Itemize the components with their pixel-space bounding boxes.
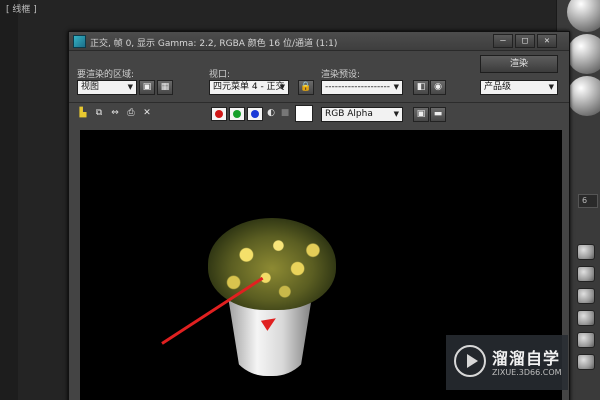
close-button[interactable]: ✕	[537, 34, 557, 48]
lock-icon[interactable]: 🔒	[298, 80, 314, 95]
watermark-title: 溜溜自学	[492, 349, 561, 368]
clone-icon[interactable]: ⇔	[109, 107, 121, 119]
red-channel-toggle[interactable]	[211, 107, 227, 121]
material-sphere-3[interactable]	[567, 76, 600, 116]
green-channel-icon	[233, 110, 241, 118]
environment-icon[interactable]: ◉	[430, 80, 446, 95]
viewport-dropdown[interactable]: 四元菜单 4 - 正交 ▼	[209, 80, 289, 95]
app-icon	[73, 35, 86, 48]
render-button[interactable]: 渲染	[480, 55, 558, 73]
minimize-button[interactable]: —	[493, 34, 513, 48]
area-dropdown-value: 视图	[81, 82, 100, 92]
clear-icon[interactable]: ✕	[141, 107, 153, 119]
material-button-4[interactable]	[577, 310, 595, 326]
material-button-3[interactable]	[577, 288, 595, 304]
material-button-2[interactable]	[577, 266, 595, 282]
edit-region-icon[interactable]: ▣	[139, 80, 155, 95]
watermark-subtitle: ZIXUE.3D66.COM	[492, 368, 562, 377]
area-dropdown[interactable]: 视图 ▼	[77, 80, 137, 95]
preset-label: 渲染预设:	[321, 70, 361, 80]
area-label: 要渲染的区域:	[77, 70, 135, 80]
preset-dropdown[interactable]: -------------------- ▼	[321, 80, 403, 95]
red-channel-icon	[215, 110, 223, 118]
window-title: 正交, 帧 0, 显示 Gamma: 2.2, RGBA 颜色 16 位/通道 …	[90, 39, 338, 49]
maximize-button[interactable]: □	[515, 34, 535, 48]
chevron-down-icon: ▼	[127, 83, 133, 91]
viewport-select-label: 视口:	[209, 70, 231, 80]
play-logo-icon	[454, 345, 486, 377]
chevron-down-icon: ▼	[393, 83, 399, 91]
material-button-6[interactable]	[577, 354, 595, 370]
toolbar-separator	[69, 102, 569, 103]
channel-dropdown-value: RGB Alpha	[325, 109, 373, 119]
frame-buffer-icon[interactable]: ▬	[430, 107, 446, 122]
material-button-1[interactable]	[577, 244, 595, 260]
watermark: 溜溜自学 ZIXUE.3D66.COM	[446, 335, 568, 390]
save-icon[interactable]: ▙	[77, 107, 89, 119]
render-setup-icon[interactable]: ◧	[413, 80, 429, 95]
copy-icon[interactable]: ⧉	[93, 107, 105, 119]
auto-region-icon[interactable]: ▦	[157, 80, 173, 95]
display-icon[interactable]: ▣	[413, 107, 429, 122]
viewport-label[interactable]: [ 线框 ]	[6, 2, 37, 15]
quality-dropdown-value: 产品级	[484, 82, 512, 92]
alpha-icon[interactable]: ■	[279, 107, 291, 119]
viewport-dropdown-value: 四元菜单 4 - 正交	[213, 82, 285, 92]
window-titlebar[interactable]: 正交, 帧 0, 显示 Gamma: 2.2, RGBA 颜色 16 位/通道 …	[69, 32, 569, 51]
print-icon[interactable]: ⎙	[125, 107, 137, 119]
blue-channel-icon	[251, 110, 259, 118]
color-swatch[interactable]	[295, 105, 313, 122]
quality-dropdown[interactable]: 产品级 ▼	[480, 80, 558, 95]
chevron-down-icon: ▼	[393, 110, 399, 118]
material-button-5[interactable]	[577, 332, 595, 348]
preset-dropdown-value: --------------------	[325, 82, 390, 92]
material-sphere-1[interactable]	[567, 0, 600, 32]
channel-dropdown[interactable]: RGB Alpha ▼	[321, 107, 403, 122]
panel-number-field[interactable]: 6	[578, 194, 598, 208]
yellow-flowers	[208, 218, 336, 310]
chevron-down-icon: ▼	[548, 83, 554, 91]
green-channel-toggle[interactable]	[229, 107, 245, 121]
blue-channel-toggle[interactable]	[247, 107, 263, 121]
material-sphere-2[interactable]	[567, 34, 600, 74]
viewport-edge	[0, 0, 18, 400]
mono-icon[interactable]: ◐	[265, 107, 277, 119]
chevron-down-icon: ▼	[279, 83, 285, 91]
